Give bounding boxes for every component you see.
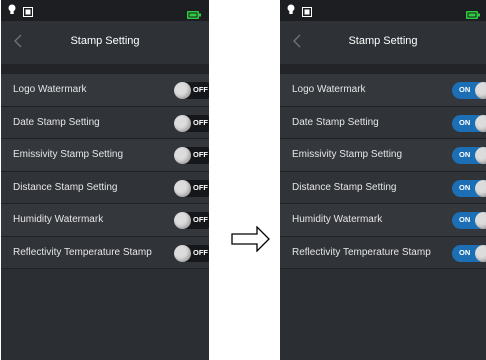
toggle-state-text: OFF — [193, 247, 208, 257]
setting-label: Humidity Watermark — [13, 214, 104, 225]
toggle-knob — [174, 244, 191, 262]
toggle-switch[interactable]: ON — [452, 212, 486, 229]
settings-screen-after: Stamp Setting Logo Watermark ON Date Sta… — [280, 0, 486, 360]
empty-area — [280, 273, 486, 360]
setting-row-distance-stamp[interactable]: Distance Stamp Setting ON — [280, 171, 486, 204]
setting-label: Reflectivity Temperature Stamp — [292, 246, 431, 258]
toggle-knob — [174, 147, 191, 164]
setting-row-emissivity-stamp[interactable]: Emissivity Stamp Setting ON — [280, 139, 486, 172]
toggle-switch[interactable]: ON — [452, 179, 486, 197]
setting-row-reflectivity-temperature-stamp[interactable]: Reflectivity Temperature Stamp OFF — [1, 236, 209, 269]
status-bar — [1, 0, 209, 21]
setting-label: Reflectivity Temperature Stamp — [13, 246, 152, 258]
toggle-switch[interactable]: OFF — [174, 244, 209, 262]
setting-row-date-stamp[interactable]: Date Stamp Setting OFF — [1, 106, 209, 139]
toggle-knob — [475, 179, 486, 197]
toggle-switch[interactable]: OFF — [174, 147, 209, 164]
section-divider — [1, 64, 209, 74]
toggle-switch[interactable]: OFF — [174, 212, 209, 229]
toggle-switch[interactable]: ON — [452, 82, 486, 99]
setting-row-humidity-watermark[interactable]: Humidity Watermark OFF — [1, 204, 209, 237]
toggle-state-text: ON — [459, 182, 471, 192]
toggle-knob — [174, 179, 191, 197]
page-title: Stamp Setting — [348, 35, 418, 47]
toggle-state-text: OFF — [193, 215, 208, 224]
toggle-state-text: OFF — [193, 182, 208, 192]
toggle-knob — [475, 147, 486, 164]
toggle-switch[interactable]: ON — [452, 244, 486, 262]
setting-label: Distance Stamp Setting — [13, 181, 118, 193]
toggle-switch[interactable]: ON — [452, 114, 486, 132]
toggle-knob — [174, 114, 191, 132]
toggle-state-text: OFF — [193, 150, 208, 159]
toggle-knob — [174, 82, 191, 99]
setting-label: Logo Watermark — [13, 84, 87, 95]
toggle-state-text: ON — [459, 150, 471, 159]
toggle-knob — [475, 82, 486, 99]
empty-area — [1, 273, 209, 360]
title-bar: Stamp Setting — [280, 21, 486, 64]
stamp-settings-list: Logo Watermark OFF Date Stamp Setting OF… — [1, 74, 209, 269]
setting-row-reflectivity-temperature-stamp[interactable]: Reflectivity Temperature Stamp ON — [280, 236, 486, 269]
toggle-state-text: ON — [459, 215, 471, 224]
stamp-settings-list: Logo Watermark ON Date Stamp Setting ON … — [280, 74, 486, 269]
setting-label: Logo Watermark — [292, 84, 366, 95]
settings-screen-before: Stamp Setting Logo Watermark OFF Date St… — [1, 0, 209, 360]
toggle-state-text: OFF — [193, 85, 208, 94]
toggle-switch[interactable]: OFF — [174, 179, 209, 197]
setting-row-date-stamp[interactable]: Date Stamp Setting ON — [280, 106, 486, 139]
toggle-state-text: ON — [459, 85, 471, 94]
setting-label: Distance Stamp Setting — [292, 181, 397, 193]
lightbulb-icon — [8, 3, 16, 21]
setting-label: Date Stamp Setting — [292, 116, 379, 128]
lightbulb-icon — [287, 3, 295, 21]
section-divider — [280, 64, 486, 74]
setting-row-distance-stamp[interactable]: Distance Stamp Setting OFF — [1, 171, 209, 204]
toggle-state-text: ON — [459, 247, 471, 257]
toggle-knob — [475, 212, 486, 229]
setting-row-logo-watermark[interactable]: Logo Watermark ON — [280, 74, 486, 107]
setting-label: Date Stamp Setting — [13, 116, 100, 128]
toggle-switch[interactable]: OFF — [174, 82, 209, 99]
toggle-state-text: ON — [459, 117, 471, 127]
setting-row-emissivity-stamp[interactable]: Emissivity Stamp Setting OFF — [1, 139, 209, 172]
right-arrow-icon — [231, 225, 271, 257]
gallery-icon — [23, 4, 33, 22]
setting-row-logo-watermark[interactable]: Logo Watermark OFF — [1, 74, 209, 107]
setting-label: Emissivity Stamp Setting — [292, 149, 403, 160]
toggle-knob — [475, 114, 486, 132]
toggle-switch[interactable]: OFF — [174, 114, 209, 132]
status-bar — [280, 0, 486, 21]
gallery-icon — [302, 4, 312, 22]
setting-label: Humidity Watermark — [292, 214, 383, 225]
toggle-state-text: OFF — [193, 117, 208, 127]
toggle-knob — [174, 212, 191, 229]
toggle-knob — [475, 244, 486, 262]
setting-row-humidity-watermark[interactable]: Humidity Watermark ON — [280, 204, 486, 237]
setting-label: Emissivity Stamp Setting — [13, 149, 124, 160]
toggle-switch[interactable]: ON — [452, 147, 486, 164]
page-title: Stamp Setting — [70, 35, 140, 47]
title-bar: Stamp Setting — [1, 21, 209, 64]
